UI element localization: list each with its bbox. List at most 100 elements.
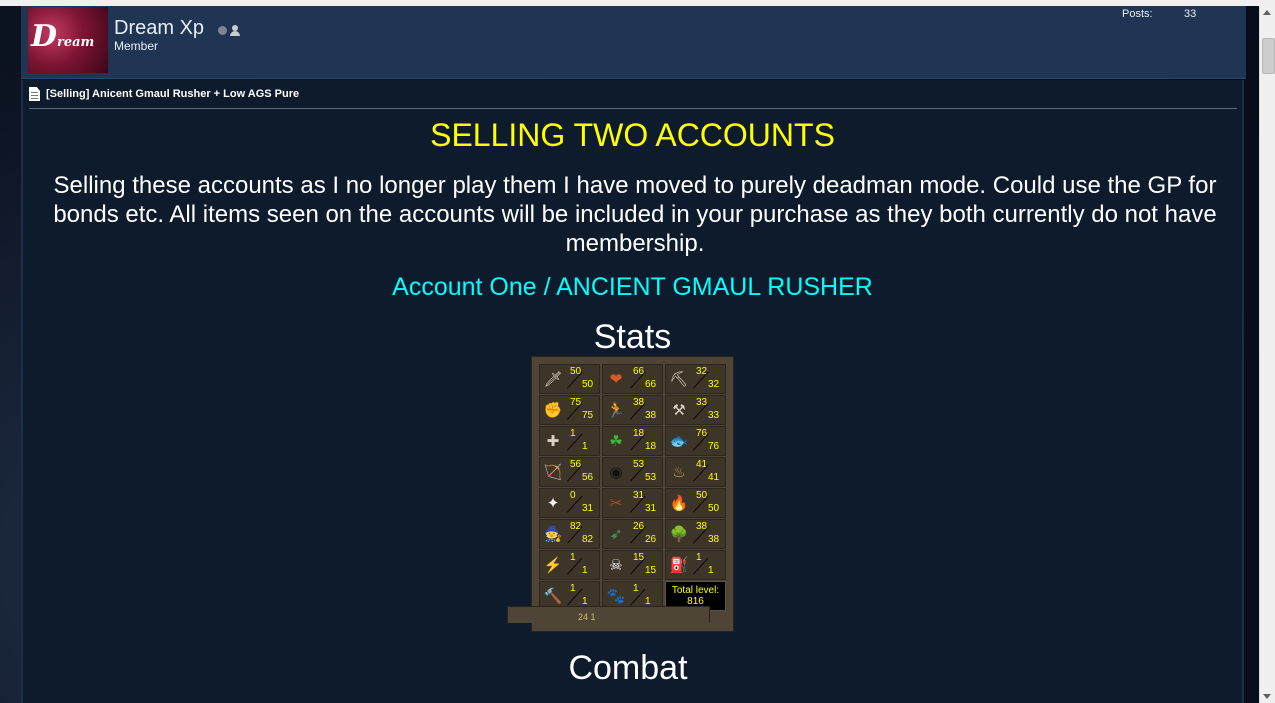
mining-icon: ⛏ — [669, 371, 689, 388]
skill-mining: ⛏ 32 32 — [665, 364, 726, 394]
skill-level: 1 — [570, 583, 576, 594]
crafting-icon: ✂ — [609, 495, 623, 512]
username-link[interactable]: Dream Xp — [114, 17, 204, 40]
skill-thieving: ◉ 53 53 — [602, 457, 663, 487]
skill-ranged: 🏹 56 56 — [539, 457, 600, 487]
skill-max-level: 26 — [645, 534, 657, 545]
user-profile-icon[interactable] — [230, 25, 240, 36]
magic-icon: 🧙 — [543, 526, 563, 543]
skill-max-level: 33 — [708, 410, 720, 421]
skill-smithing: ⚒ 33 33 — [665, 395, 726, 425]
skills-grid: 🗡 50 50 ❤ 66 66 ⛏ 32 32 ✊ 75 75 🏃 38 38 ⚒ 33 33 ✚ 1 1 … — [539, 364, 728, 611]
skill-crafting: ✂ 31 31 — [602, 488, 663, 518]
scroll-down-arrow-icon[interactable] — [1263, 694, 1271, 699]
hitpoints-icon: ❤ — [609, 371, 623, 388]
skill-max-level: 66 — [645, 379, 657, 390]
skill-max-level: 31 — [582, 503, 594, 514]
herblore-icon: ☘ — [609, 433, 623, 450]
skill-max-level: 53 — [645, 472, 657, 483]
combat-screenshot: 24 1 — [507, 606, 710, 623]
skill-defence: ✚ 1 1 — [539, 426, 600, 456]
skill-level: 1 — [696, 552, 702, 563]
skill-max-level: 1 — [582, 565, 588, 576]
total-level-label: Total level: — [671, 585, 720, 596]
skill-level: 0 — [570, 490, 576, 501]
skill-level: 1 — [570, 428, 576, 439]
skill-cooking: ♨ 41 41 — [665, 457, 726, 487]
skill-max-level: 1 — [582, 441, 588, 452]
hunter-icon: 🐾 — [606, 588, 626, 605]
prayer-icon: ✦ — [546, 495, 560, 512]
skill-level: 1 — [633, 583, 639, 594]
skill-fletching: ➶ 26 26 — [602, 519, 663, 549]
combat-heading: Combat — [568, 649, 688, 687]
account-heading: Account One / ANCIENT GMAUL RUSHER — [392, 273, 873, 301]
post-heading: SELLING TWO ACCOUNTS — [430, 117, 835, 153]
skill-max-level: 76 — [708, 441, 720, 452]
skill-max-level: 41 — [708, 472, 720, 483]
skill-max-level: 50 — [708, 503, 720, 514]
skill-max-level: 82 — [582, 534, 594, 545]
document-icon — [29, 87, 40, 101]
stats-heading: Stats — [593, 318, 672, 356]
stats-screenshot: 🗡 50 50 ❤ 66 66 ⛏ 32 32 ✊ 75 75 🏃 38 38 ⚒ 33 33 ✚ 1 1 … — [531, 356, 734, 632]
skill-strength: ✊ 75 75 — [539, 395, 600, 425]
offline-status-icon — [218, 26, 227, 35]
post-title: [Selling] Anicent Gmaul Rusher + Low AGS… — [46, 88, 300, 100]
skill-herblore: ☘ 18 18 — [602, 426, 663, 456]
skill-level: 1 — [570, 552, 576, 563]
skill-firemaking: 🔥 50 50 — [665, 488, 726, 518]
slayer-icon: ☠ — [609, 557, 623, 574]
posts-label: Posts: — [1122, 8, 1153, 20]
avatar-word: ream — [57, 35, 95, 50]
agility-icon: 🏃 — [606, 402, 626, 419]
skill-max-level: 56 — [582, 472, 594, 483]
skill-hitpoints: ❤ 66 66 — [602, 364, 663, 394]
avatar-letter: D — [31, 19, 58, 54]
post-divider — [29, 108, 1237, 109]
skill-runecraft: ⚡ 1 1 — [539, 550, 600, 580]
skill-max-level: 38 — [645, 410, 657, 421]
farming-icon: ⛽ — [669, 557, 689, 574]
skill-agility: 🏃 38 38 — [602, 395, 663, 425]
scroll-up-arrow-icon[interactable] — [1263, 10, 1271, 15]
user-info-bar: Dream Dream Xp Member Posts: 33 — [21, 6, 1246, 79]
skill-max-level: 15 — [645, 565, 657, 576]
avatar[interactable]: Dream — [28, 7, 108, 73]
runecraft-icon: ⚡ — [543, 557, 563, 574]
vertical-scrollbar[interactable] — [1259, 6, 1275, 703]
woodcutting-icon: 🌳 — [669, 526, 689, 543]
combat-partial-text: 24 1 — [578, 612, 596, 622]
fishing-icon: 🐟 — [669, 433, 689, 450]
skill-max-level: 1 — [708, 565, 714, 576]
skill-magic: 🧙 82 82 — [539, 519, 600, 549]
defence-icon: ✚ — [546, 433, 560, 450]
skill-max-level: 50 — [582, 379, 594, 390]
user-title: Member — [114, 39, 159, 53]
post-title-row: [Selling] Anicent Gmaul Rusher + Low AGS… — [29, 86, 299, 102]
skill-slayer: ☠ 15 15 — [602, 550, 663, 580]
scrollbar-thumb[interactable] — [1262, 38, 1275, 74]
strength-icon: ✊ — [543, 402, 563, 419]
skill-max-level: 31 — [645, 503, 657, 514]
skill-max-level: 75 — [582, 410, 594, 421]
thieving-icon: ◉ — [609, 464, 623, 481]
skill-fishing: 🐟 76 76 — [665, 426, 726, 456]
skill-max-level: 32 — [708, 379, 720, 390]
skill-prayer: ✦ 0 31 — [539, 488, 600, 518]
ranged-icon: 🏹 — [543, 464, 563, 481]
skill-farming: ⛽ 1 1 — [665, 550, 726, 580]
cooking-icon: ♨ — [672, 464, 686, 481]
avatar-logo-text: Dream — [31, 19, 94, 54]
firemaking-icon: 🔥 — [669, 495, 689, 512]
post-intro-text: Selling these accounts as I no longer pl… — [53, 172, 1217, 257]
fletching-icon: ➶ — [609, 526, 623, 543]
skill-woodcutting: 🌳 38 38 — [665, 519, 726, 549]
user-status-icons — [218, 25, 240, 36]
smithing-icon: ⚒ — [672, 402, 686, 419]
skill-max-level: 38 — [708, 534, 720, 545]
attack-icon: 🗡 — [543, 371, 563, 388]
construction-icon: 🔨 — [543, 588, 563, 605]
posts-count: 33 — [1184, 8, 1197, 20]
skill-max-level: 18 — [645, 441, 657, 452]
